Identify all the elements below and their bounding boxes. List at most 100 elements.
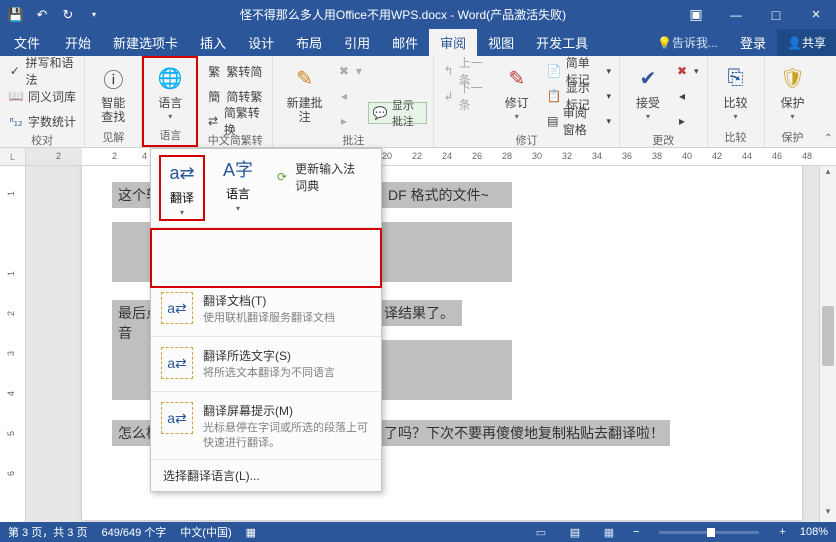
update-ime-button[interactable]: ⟳ 更新输入法词典 [267, 155, 375, 199]
document-area[interactable]: 这个软件支 DF 格式的文件~ 最后点音 译结果了。 怎么样？ 了吗？下次不要再… [26, 166, 819, 522]
compare-button[interactable]: ⎘ 比较 ▾ [714, 58, 758, 121]
ruler-ticks: 2 2 4 6 8 10 12 14 16 18 20 22 24 26 28 … [26, 148, 836, 165]
scroll-thumb[interactable] [822, 306, 834, 366]
group-chinese-conversion: 繁繁转简 簡简转繁 ⇄简繁转换 中文简繁转换 [198, 56, 273, 147]
accept-button[interactable]: ✔ 接受 ▾ [626, 58, 670, 121]
language-indicator[interactable]: 中文(中国) [180, 524, 231, 540]
window-controls: ▣ — □ × [676, 0, 836, 29]
translate-document-item[interactable]: a⇄ 翻译文档(T) 使用联机翻译服务翻译文档 [151, 284, 381, 334]
translate-screentip-item[interactable]: a⇄ 翻译屏幕提示(M) 光标悬停在字词或所选的段落上可快速进行翻译。 [151, 394, 381, 459]
tab-newtab[interactable]: 新建选项卡 [102, 29, 189, 56]
new-comment-button[interactable]: ✎ 新建批注 [279, 58, 330, 124]
login-button[interactable]: 登录 [729, 29, 777, 56]
tab-layout[interactable]: 布局 [285, 29, 333, 56]
group-tracking: ↰上一条 ↲下一条 ✎ 修订 ▾ 📄简单标记▾ 📋显示标记▾ ▤审阅窗格▾ 修订 [434, 56, 620, 147]
trad-to-simp-icon: 繁 [206, 63, 222, 79]
macro-icon[interactable]: ▦ [246, 526, 256, 539]
next-comment-button[interactable]: ▸ [334, 110, 364, 132]
share-button[interactable]: 👤 共享 [777, 29, 836, 56]
translate-tip-icon: a⇄ [161, 402, 193, 434]
wordcount-icon: ⁿ₁₂ [8, 113, 24, 129]
translate-doc-icon: a⇄ [161, 292, 193, 324]
scroll-up-icon[interactable]: ▴ [820, 166, 836, 182]
group-label: 语言 [148, 127, 192, 145]
read-mode-icon[interactable]: ▭ [531, 526, 551, 539]
zoom-in-icon[interactable]: + [779, 526, 785, 538]
tab-mailings[interactable]: 邮件 [381, 29, 429, 56]
zoom-slider[interactable] [659, 531, 759, 534]
minimize-icon[interactable]: — [716, 0, 756, 29]
workspace: 1 1 2 3 4 5 6 这个软件支 DF 格式的文件~ 最后点音 译结果了。… [0, 166, 836, 522]
tab-file[interactable]: 文件 [0, 29, 54, 56]
tab-review[interactable]: 审阅 [429, 29, 477, 56]
tab-insert[interactable]: 插入 [189, 29, 237, 56]
horizontal-ruler[interactable]: L 2 2 4 6 8 10 12 14 16 18 20 22 24 26 2… [0, 148, 836, 166]
compare-icon: ⎘ [720, 62, 752, 94]
close-icon[interactable]: × [796, 0, 836, 29]
delete-icon: ✖ [336, 63, 352, 79]
chevron-down-icon: ▾ [180, 208, 184, 217]
maximize-icon[interactable]: □ [756, 0, 796, 29]
ruler-corner: L [0, 148, 26, 165]
markup-icon: 📄 [547, 63, 562, 79]
reviewing-pane-dropdown[interactable]: ▤审阅窗格▾ [545, 110, 613, 132]
choose-translation-language-item[interactable]: 选择翻译语言(L)... [151, 459, 381, 491]
tab-home[interactable]: 开始 [54, 29, 102, 56]
ribbon-options-icon[interactable]: ▣ [676, 0, 716, 29]
delete-comment-button[interactable]: ✖▾ [334, 60, 364, 82]
language-button[interactable]: 🌐 语言 ▾ [148, 58, 192, 121]
prev-arrow-icon: ↰ [442, 63, 454, 79]
doc-text: 译结果了。 [378, 300, 462, 326]
next-change-button[interactable]: ↲下一条 [440, 85, 488, 107]
tell-me[interactable]: 💡 告诉我... [646, 29, 729, 56]
wordcount-button[interactable]: ⁿ₁₂字数统计 [6, 110, 78, 132]
web-layout-icon[interactable]: ▦ [599, 526, 619, 539]
track-changes-icon: ✎ [501, 62, 533, 94]
tab-references[interactable]: 引用 [333, 29, 381, 56]
save-icon[interactable]: 💾 [4, 3, 28, 27]
collapse-ribbon-icon[interactable]: ⌃ [821, 56, 836, 147]
zoom-knob[interactable] [707, 528, 715, 537]
accept-icon: ✔ [632, 62, 664, 94]
language-settings-button[interactable]: A字 语言 ▾ [215, 155, 261, 221]
language-settings-icon: A字 [221, 155, 255, 183]
trad-to-simp-button[interactable]: 繁繁转简 [204, 60, 266, 82]
qat-dropdown-icon[interactable]: ▾ [82, 3, 106, 27]
thesaurus-button[interactable]: 📖同义词库 [6, 85, 78, 107]
next-change-btn2[interactable]: ▸ [672, 110, 701, 132]
track-changes-button[interactable]: ✎ 修订 ▾ [495, 58, 539, 121]
smart-lookup-icon: ⓘ [97, 62, 129, 94]
conversion-button[interactable]: ⇄简繁转换 [204, 110, 266, 132]
protect-button[interactable]: 🛡 保护 ▾ [771, 58, 815, 121]
zoom-level[interactable]: 108% [800, 526, 828, 538]
group-comments: ✎ 新建批注 ✖▾ ◂ ▸ 💬显示批注 批注 [273, 56, 434, 147]
smart-lookup-button[interactable]: ⓘ 智能 查找 [91, 58, 135, 124]
vertical-scrollbar[interactable]: ▴ ▾ [819, 166, 836, 522]
spelling-button[interactable]: ✓拼写和语法 [6, 60, 78, 82]
show-comments-button[interactable]: 💬显示批注 [368, 102, 427, 124]
scroll-down-icon[interactable]: ▾ [820, 506, 836, 522]
print-layout-icon[interactable]: ▤ [565, 526, 585, 539]
chevron-down-icon: ▾ [168, 112, 172, 121]
zoom-out-icon[interactable]: − [633, 526, 639, 538]
reject-button[interactable]: ✖▾ [672, 60, 701, 82]
tab-view[interactable]: 视图 [477, 29, 525, 56]
conversion-icon: ⇄ [206, 113, 220, 129]
translate-button[interactable]: a⇄ 翻译 ▾ [159, 155, 205, 221]
redo-icon[interactable]: ↻ [56, 3, 80, 27]
tab-developer[interactable]: 开发工具 [525, 29, 599, 56]
tab-design[interactable]: 设计 [237, 29, 285, 56]
word-count[interactable]: 649/649 个字 [101, 524, 166, 540]
next-icon: ▸ [336, 113, 352, 129]
new-comment-icon: ✎ [289, 62, 321, 94]
page-indicator[interactable]: 第 3 页，共 3 页 [8, 524, 87, 540]
group-protect: 🛡 保护 ▾ 保护 [765, 56, 821, 147]
prev-comment-button[interactable]: ◂ [334, 85, 364, 107]
chevron-down-icon: ▾ [515, 112, 519, 121]
prev-change-btn2[interactable]: ◂ [672, 85, 701, 107]
group-language: 🌐 语言 ▾ 语言 [142, 56, 198, 147]
chevron-down-icon: ▾ [236, 204, 240, 213]
translate-selection-item[interactable]: a⇄ 翻译所选文字(S) 将所选文本翻译为不同语言 [151, 339, 381, 389]
vertical-ruler[interactable]: 1 1 2 3 4 5 6 [0, 166, 26, 522]
undo-icon[interactable]: ↶ [30, 3, 54, 27]
